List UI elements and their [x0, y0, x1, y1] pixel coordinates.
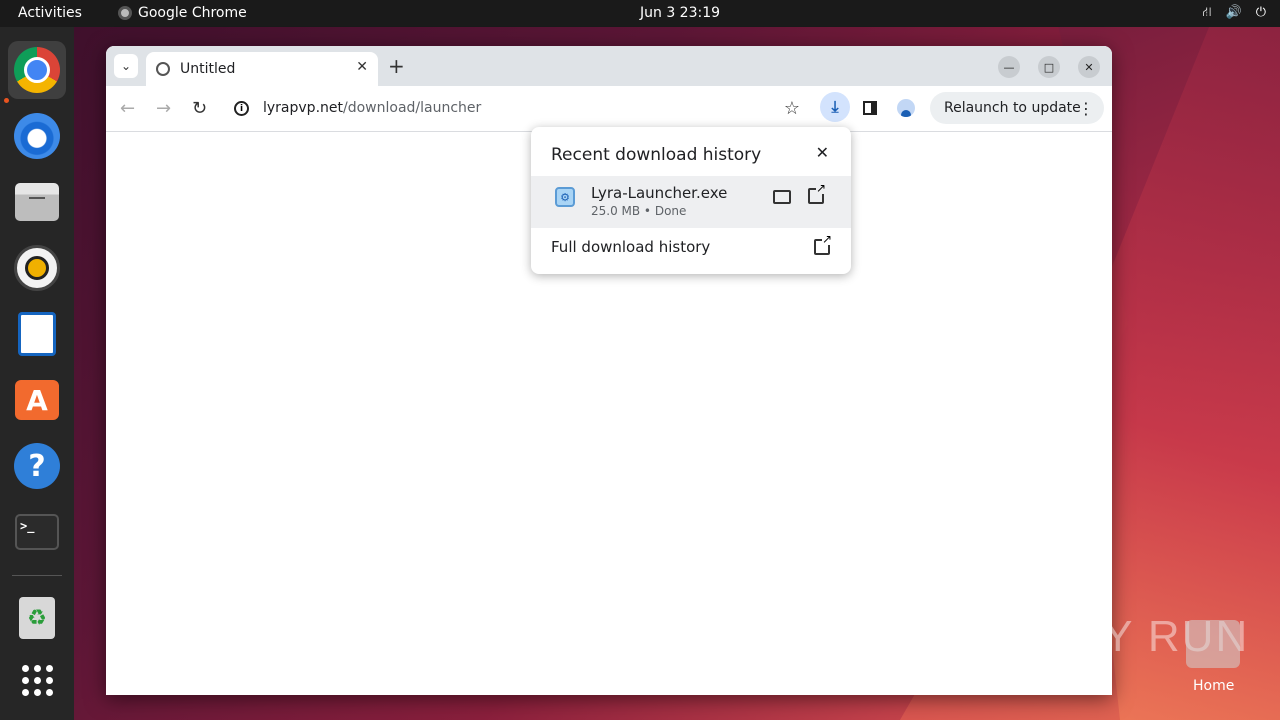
site-info-icon[interactable]: i — [234, 101, 249, 116]
downloads-title: Recent download history — [551, 145, 762, 165]
side-panel-icon[interactable] — [863, 101, 877, 115]
clock[interactable]: Jun 3 23:19 — [640, 5, 720, 21]
new-tab-button[interactable]: + — [388, 54, 405, 78]
dock: A ? >_ ♻ — [0, 27, 74, 720]
home-folder-icon[interactable] — [1186, 620, 1240, 668]
downloads-button[interactable]: ⤓ — [820, 92, 850, 122]
tab-search-button[interactable]: ⌄ — [114, 54, 138, 78]
power-icon: ⏻ — [1255, 5, 1266, 20]
download-status: 25.0 MB • Done — [591, 204, 687, 218]
dock-writer[interactable] — [8, 305, 66, 363]
files-icon — [15, 183, 59, 221]
chrome-icon — [14, 47, 60, 93]
dock-chrome[interactable] — [8, 41, 66, 99]
open-file-icon[interactable] — [808, 182, 826, 204]
reload-button[interactable]: ↻ — [192, 98, 207, 119]
bookmark-star-icon[interactable]: ☆ — [784, 98, 800, 119]
more-menu-icon[interactable]: ⋮ — [1078, 99, 1094, 118]
download-icon: ⤓ — [831, 97, 839, 116]
app-menu[interactable]: Google Chrome — [118, 5, 247, 21]
dock-help[interactable]: ? — [8, 437, 66, 495]
close-window-button[interactable]: ✕ — [1078, 56, 1100, 78]
download-item[interactable]: ⚙ Lyra-Launcher.exe 25.0 MB • Done — [531, 176, 851, 228]
open-history-icon[interactable] — [814, 233, 832, 255]
help-icon: ? — [14, 443, 60, 489]
volume-icon: 🔊 — [1225, 5, 1242, 20]
tab-strip: ⌄ Untitled ✕ + — □ ✕ — [106, 46, 1112, 86]
address-bar[interactable]: i lyrapvp.net/download/launcher ☆ — [226, 92, 810, 126]
top-bar: Activities Google Chrome Jun 3 23:19 ⛙ 🔊… — [0, 0, 1280, 27]
thunderbird-icon — [14, 113, 60, 159]
dock-rhythmbox[interactable] — [8, 239, 66, 297]
writer-icon — [18, 312, 56, 356]
profile-avatar-icon[interactable] — [897, 99, 915, 117]
downloads-bubble: Recent download history ✕ ⚙ Lyra-Launche… — [531, 127, 851, 274]
trash-icon: ♻ — [19, 597, 55, 639]
chrome-small-icon — [118, 6, 132, 20]
activities-button[interactable]: Activities — [18, 5, 82, 21]
tab-untitled[interactable]: Untitled ✕ — [146, 52, 378, 86]
show-in-folder-icon[interactable] — [773, 190, 791, 204]
bubble-close-icon[interactable]: ✕ — [816, 143, 829, 162]
tab-title: Untitled — [180, 61, 236, 77]
full-download-history-link[interactable]: Full download history — [551, 238, 710, 256]
minimize-button[interactable]: — — [998, 56, 1020, 78]
running-indicator — [4, 98, 9, 103]
relaunch-button[interactable]: Relaunch to update ⋮ — [930, 92, 1104, 124]
globe-icon — [156, 62, 170, 76]
dock-thunderbird[interactable] — [8, 107, 66, 165]
app-center-icon: A — [15, 380, 59, 420]
forward-button[interactable]: → — [156, 98, 171, 119]
relaunch-label: Relaunch to update — [944, 100, 1081, 116]
home-label[interactable]: Home — [1193, 678, 1234, 694]
tab-close-icon[interactable]: ✕ — [356, 59, 368, 75]
rhythmbox-icon — [14, 245, 60, 291]
dock-trash[interactable]: ♻ — [8, 589, 66, 647]
url-host: lyrapvp.net — [263, 100, 343, 116]
dock-terminal[interactable]: >_ — [8, 503, 66, 561]
maximize-button[interactable]: □ — [1038, 56, 1060, 78]
system-tray[interactable]: ⛙ 🔊 ⏻ — [1202, 5, 1266, 22]
show-apps-icon — [21, 664, 53, 696]
url-path: /download/launcher — [343, 100, 482, 116]
dock-separator — [12, 575, 62, 576]
network-icon: ⛙ — [1202, 5, 1212, 20]
app-name: Google Chrome — [138, 5, 247, 21]
dock-files[interactable] — [8, 173, 66, 231]
dock-app-center[interactable]: A — [8, 371, 66, 429]
download-file-name: Lyra-Launcher.exe — [591, 184, 728, 202]
url-text: lyrapvp.net/download/launcher — [263, 100, 481, 116]
back-button[interactable]: ← — [120, 98, 135, 119]
exe-file-icon: ⚙ — [555, 187, 575, 207]
toolbar: ← → ↻ i lyrapvp.net/download/launcher ☆ … — [106, 86, 1112, 132]
show-apps-button[interactable] — [8, 651, 66, 709]
terminal-icon: >_ — [15, 514, 59, 550]
